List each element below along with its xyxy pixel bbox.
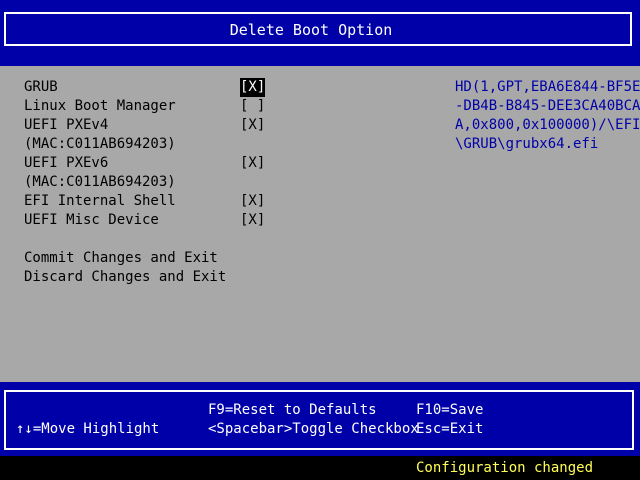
option-label-linux-boot-manager[interactable]: Linux Boot Manager <box>24 97 176 116</box>
help-text-line: A,0x800,0x100000)/\EFI <box>455 117 640 133</box>
toggle-checkbox-hint: <Spacebar>Toggle Checkbox <box>208 421 419 437</box>
footer-bar: F9=Reset to Defaults F10=Save ↑↓=Move Hi… <box>0 382 640 456</box>
option-mac-pxev4: (MAC:C011AB694203) <box>24 136 176 152</box>
help-text-line: \GRUB\grubx64.efi <box>455 136 599 152</box>
main-panel: GRUB [X] Linux Boot Manager [ ] UEFI PXE… <box>0 66 640 382</box>
option-checkbox-grub[interactable]: [X] <box>240 78 266 97</box>
option-checkbox-uefi-pxev4[interactable]: [X] <box>240 116 265 135</box>
option-checkbox-efi-internal-shell[interactable]: [X] <box>240 192 265 211</box>
option-label-efi-internal-shell[interactable]: EFI Internal Shell <box>24 192 176 211</box>
option-label-uefi-misc-device[interactable]: UEFI Misc Device <box>24 211 159 230</box>
option-label-grub[interactable]: GRUB <box>24 78 58 97</box>
page-title: Delete Boot Option <box>229 21 393 39</box>
status-message: Configuration changed <box>416 460 594 476</box>
option-label-uefi-pxev4[interactable]: UEFI PXEv4 <box>24 116 108 135</box>
help-text-line: HD(1,GPT,EBA6E844-BF5E <box>455 79 640 95</box>
help-text-line: -DB4B-B845-DEE3CA40BCA <box>455 98 640 114</box>
option-checkbox-uefi-misc-device[interactable]: [X] <box>240 211 265 230</box>
commit-changes-and-exit[interactable]: Commit Changes and Exit <box>24 249 218 268</box>
exit-hint: Esc=Exit <box>416 421 484 437</box>
option-mac-pxev6: (MAC:C011AB694203) <box>24 174 176 190</box>
option-checkbox-uefi-pxev6[interactable]: [X] <box>240 154 265 173</box>
discard-changes-and-exit[interactable]: Discard Changes and Exit <box>24 268 226 287</box>
header-bar: Delete Boot Option <box>0 0 640 66</box>
option-label-uefi-pxev6[interactable]: UEFI PXEv6 <box>24 154 108 173</box>
option-checkbox-linux-boot-manager[interactable]: [ ] <box>240 97 265 116</box>
status-bar: Configuration changed <box>0 456 640 480</box>
save-hint: F10=Save <box>416 402 484 418</box>
reset-defaults-hint: F9=Reset to Defaults <box>208 402 377 418</box>
move-highlight-hint: ↑↓=Move Highlight <box>16 421 160 437</box>
